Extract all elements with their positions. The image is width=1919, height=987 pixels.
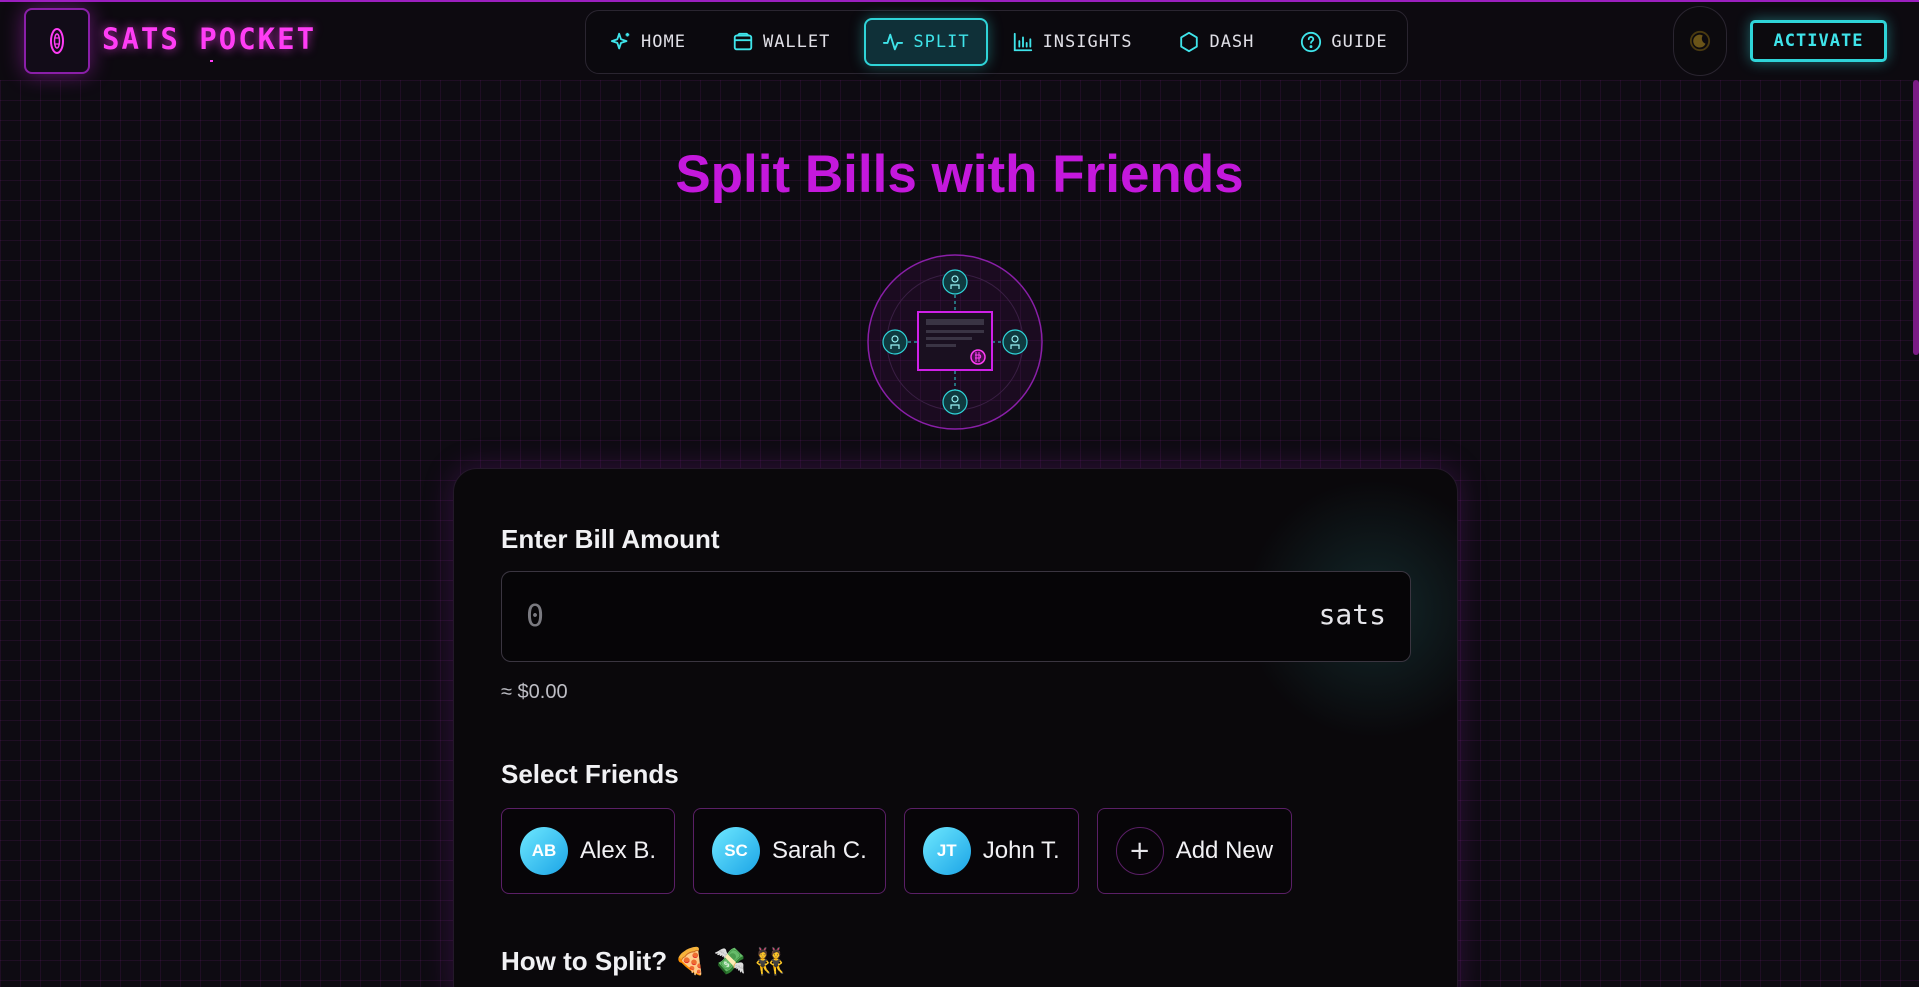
logo-icon[interactable]	[24, 8, 90, 74]
help-circle-icon	[1301, 31, 1322, 53]
nav-label-wallet: WALLET	[762, 32, 831, 52]
fiat-estimate: ≈ $0.00	[501, 681, 568, 703]
app-name[interactable]: SATS POCKET	[102, 22, 316, 56]
friends-list: AB Alex B. SC Sarah C. JT John T. + Add …	[501, 808, 1310, 894]
nav-label-split: SPLIT	[913, 32, 970, 52]
split-form-card: Enter Bill Amount sats ≈ $0.00 Select Fr…	[453, 468, 1458, 987]
friend-chip-john[interactable]: JT John T.	[903, 808, 1079, 894]
avatar: SC	[712, 827, 761, 875]
select-friends-label: Select Friends	[501, 759, 679, 789]
friend-name: Sarah C.	[772, 837, 867, 864]
split-bill-illustration	[867, 254, 1043, 430]
plus-icon: +	[1115, 827, 1164, 875]
bill-amount-input[interactable]	[526, 572, 1286, 661]
main-nav: HOME WALLET SPLIT INSIGHTS DASH GUIDE	[585, 10, 1408, 74]
wallet-icon	[733, 32, 753, 51]
nav-label-home: HOME	[641, 32, 686, 52]
avatar: AB	[520, 827, 568, 875]
activate-button[interactable]: ACTIVATE	[1750, 20, 1887, 62]
bar-chart-icon	[1013, 32, 1032, 52]
hexagon-icon	[1180, 31, 1199, 53]
amount-unit: sats	[1318, 598, 1386, 631]
friend-chip-sarah[interactable]: SC Sarah C.	[693, 808, 886, 894]
scrollbar-thumb[interactable]	[1913, 80, 1919, 355]
nav-label-insights: INSIGHTS	[1042, 32, 1133, 52]
theme-toggle-button[interactable]	[1673, 6, 1727, 76]
nav-label-guide: GUIDE	[1331, 32, 1388, 52]
bill-amount-field[interactable]: sats	[501, 571, 1411, 662]
nav-item-insights[interactable]: INSIGHTS	[1000, 18, 1145, 66]
bill-amount-label: Enter Bill Amount	[501, 524, 720, 554]
activity-icon	[883, 33, 904, 51]
nav-item-home[interactable]: HOME	[598, 18, 698, 66]
split-method-label: How to Split? 🍕 💸 👯	[501, 946, 786, 976]
nav-item-dash[interactable]: DASH	[1166, 18, 1266, 66]
friend-name: Alex B.	[580, 837, 657, 864]
app-header: SATS POCKET HOME WALLET SPLIT INSIGHTS D…	[0, 2, 1919, 80]
nav-item-guide[interactable]: GUIDE	[1288, 18, 1399, 66]
sparkles-icon	[610, 32, 630, 50]
page-title: Split Bills with Friends	[675, 145, 1244, 204]
brand-underline	[210, 60, 213, 62]
avatar: JT	[922, 827, 971, 875]
moon-icon	[1689, 30, 1711, 52]
add-friend-label: Add New	[1175, 837, 1274, 864]
nav-label-dash: DASH	[1209, 32, 1255, 52]
add-friend-button[interactable]: + Add New	[1096, 808, 1293, 894]
nav-item-split[interactable]: SPLIT	[864, 18, 988, 66]
friend-chip-alex[interactable]: AB Alex B.	[501, 808, 676, 894]
friend-name: John T.	[982, 837, 1060, 864]
nav-item-wallet[interactable]: WALLET	[720, 18, 842, 66]
